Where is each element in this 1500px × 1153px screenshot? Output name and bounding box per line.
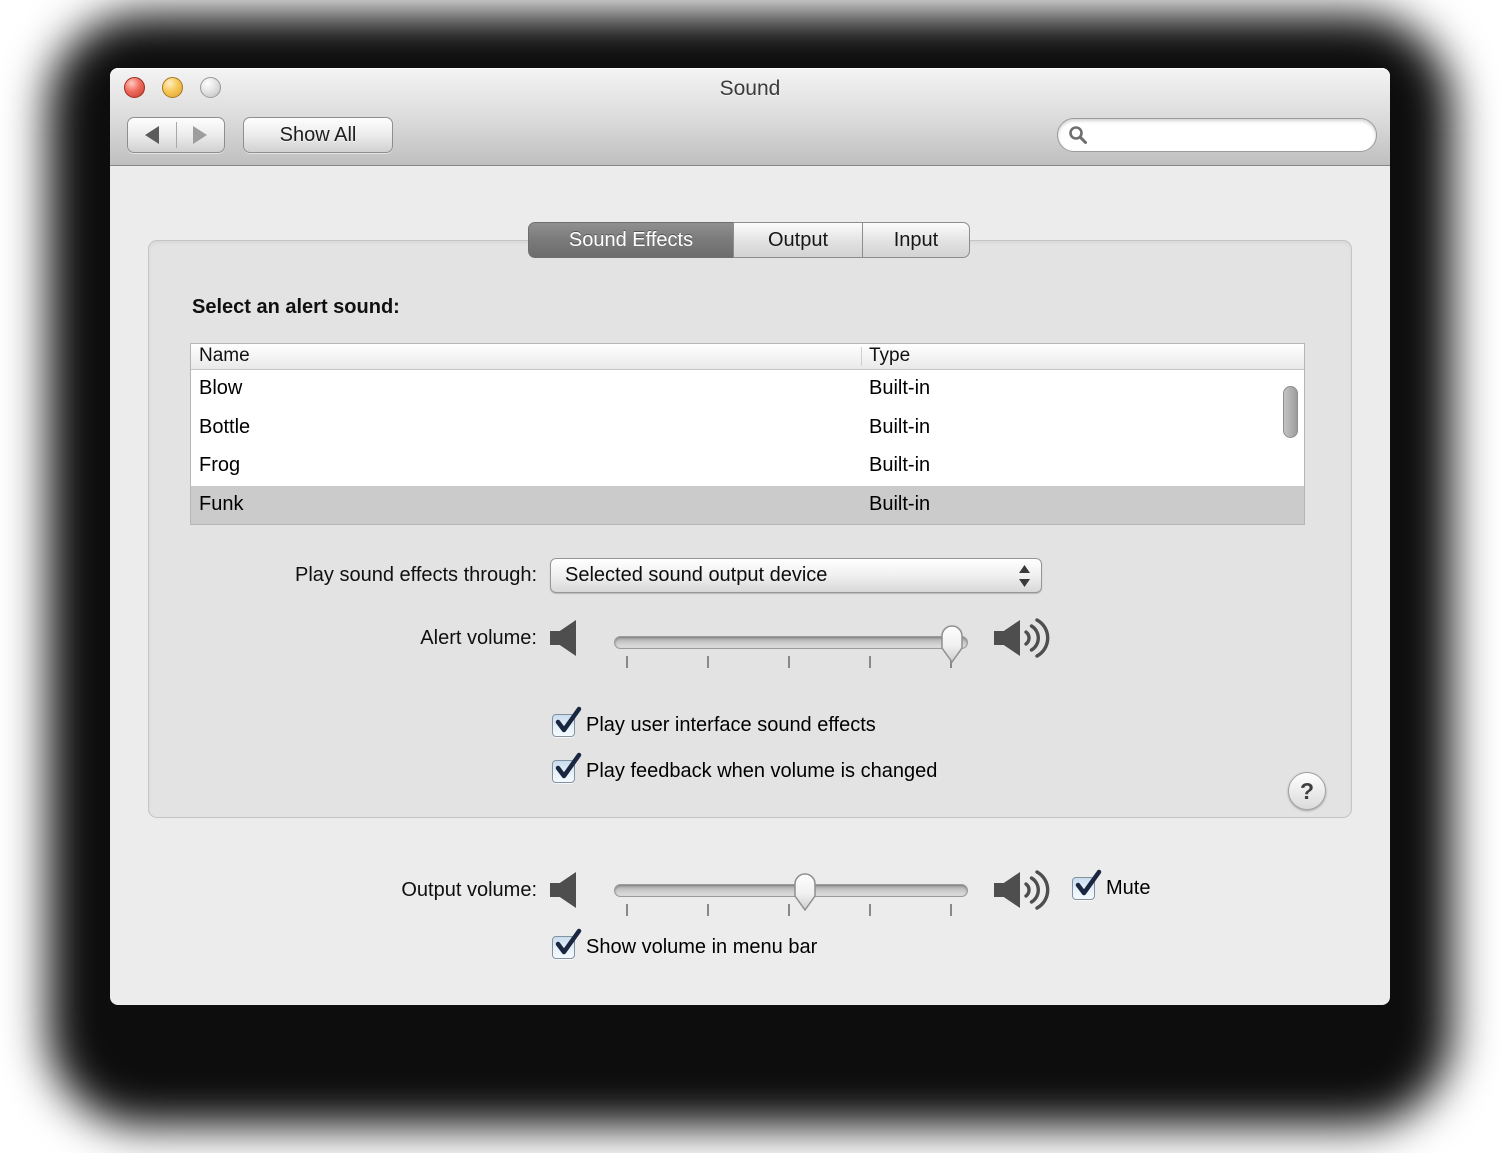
speaker-loud-icon (993, 866, 1051, 919)
table-row[interactable]: Blow Built-in (191, 370, 1304, 409)
show-volume-label: Show volume in menu bar (586, 936, 818, 958)
mute-label: Mute (1106, 877, 1151, 899)
alert-sound-heading: Select an alert sound: (192, 296, 400, 318)
volume-feedback-row: Play feedback when volume is changed (552, 752, 938, 783)
tab-output[interactable]: Output (733, 222, 863, 258)
checkmark-icon (555, 928, 582, 955)
mute-checkbox[interactable] (1072, 869, 1102, 900)
sound-name: Blow (199, 377, 243, 399)
volume-feedback-label: Play feedback when volume is changed (586, 760, 938, 782)
window-title: Sound (719, 77, 781, 100)
table-row[interactable]: Funk Built-in (191, 485, 1304, 524)
tab-input[interactable]: Input (862, 222, 970, 258)
mute-row: Mute (1072, 869, 1151, 900)
output-volume-slider (614, 873, 968, 918)
checkmark-icon (555, 752, 582, 779)
volume-feedback-checkbox[interactable] (552, 752, 582, 783)
checkmark-icon (1075, 869, 1102, 896)
play-through-popup[interactable]: Selected sound output device (550, 558, 1042, 593)
alert-volume-track[interactable] (614, 636, 968, 649)
tab-output-label: Output (767, 228, 829, 251)
output-volume-thumb[interactable] (790, 869, 820, 912)
search-input[interactable] (1094, 123, 1370, 147)
column-divider (861, 347, 862, 366)
navigation-buttons (127, 117, 225, 153)
alert-sound-table: Name Type Blow Built-in Bottle Built-in … (190, 343, 1305, 525)
speaker-quiet-icon (549, 870, 584, 915)
alert-volume-ticks (626, 656, 952, 668)
output-volume-label: Output volume: (401, 879, 537, 901)
speaker-quiet-icon (549, 618, 584, 663)
column-header-name[interactable]: Name (199, 345, 250, 367)
alert-volume-thumb[interactable] (937, 621, 967, 664)
search-icon (1069, 126, 1087, 144)
show-all-button[interactable]: Show All (243, 117, 393, 153)
ui-sound-effects-checkbox[interactable] (552, 706, 582, 737)
column-header-type[interactable]: Type (869, 345, 910, 367)
titlebar: Sound Show All (110, 68, 1390, 166)
play-through-value: Selected sound output device (565, 564, 828, 586)
ui-sound-effects-row: Play user interface sound effects (552, 706, 876, 737)
play-through-label: Play sound effects through: (294, 564, 537, 586)
show-volume-row: Show volume in menu bar (552, 928, 818, 959)
search-field[interactable] (1057, 118, 1377, 152)
forward-arrow-icon (193, 126, 208, 144)
alert-volume-slider (614, 625, 968, 670)
sound-type: Built-in (869, 415, 931, 438)
table-row[interactable]: Frog Built-in (191, 447, 1304, 486)
checkmark-icon (555, 706, 582, 733)
help-label: ? (1299, 777, 1315, 804)
help-button[interactable]: ? (1288, 772, 1326, 810)
table-header[interactable]: Name Type (191, 344, 1304, 370)
show-volume-checkbox[interactable] (552, 928, 582, 959)
sound-type: Built-in (869, 492, 931, 515)
back-arrow-icon (144, 126, 159, 144)
tab-bar: Sound Effects Output Input (528, 222, 970, 258)
sound-name: Funk (199, 492, 244, 515)
sound-type: Built-in (869, 454, 931, 476)
sound-name: Bottle (199, 415, 251, 438)
output-volume-ticks (626, 904, 952, 916)
tab-sound-effects[interactable]: Sound Effects (528, 222, 734, 258)
forward-button[interactable] (177, 118, 225, 152)
alert-volume-label: Alert volume: (420, 627, 537, 649)
show-all-label: Show All (279, 123, 357, 146)
ui-sound-effects-label: Play user interface sound effects (586, 714, 876, 736)
speaker-loud-icon (993, 614, 1051, 667)
tab-sound-effects-label: Sound Effects (568, 228, 694, 251)
sound-name: Frog (199, 454, 241, 476)
back-button[interactable] (128, 118, 176, 152)
table-row[interactable]: Bottle Built-in (191, 409, 1304, 448)
tab-input-label: Input (893, 228, 939, 251)
sound-type: Built-in (869, 377, 931, 399)
popup-arrows-icon (1018, 564, 1031, 588)
sound-preferences-window: Sound Show All Sound Effects Output Inpu… (110, 68, 1390, 1005)
scrollbar-thumb[interactable] (1283, 386, 1298, 438)
